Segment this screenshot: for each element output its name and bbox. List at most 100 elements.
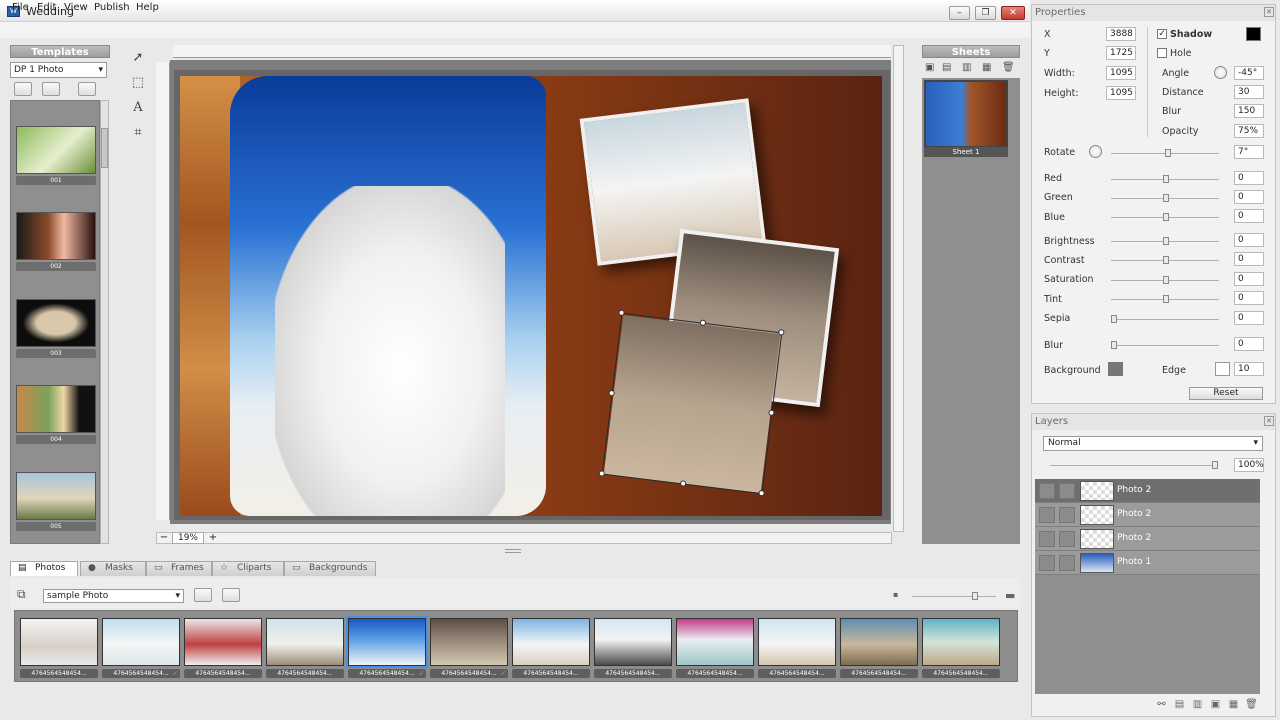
height-input[interactable]: 1095 [1106, 86, 1136, 100]
photo-thumbnail[interactable] [184, 618, 262, 666]
duplicate-layer-icon[interactable]: ▣ [1209, 699, 1222, 711]
import-template-icon[interactable] [78, 82, 96, 96]
background-color-swatch[interactable] [1108, 362, 1123, 376]
new-layer-icon[interactable]: ▦ [1227, 699, 1240, 711]
canvas-horizontal-scrollbar[interactable] [156, 532, 892, 544]
template-scrollbar-thumb[interactable] [101, 128, 108, 168]
link-layer-icon[interactable]: ⚯ [1155, 699, 1168, 711]
lock-toggle[interactable] [1059, 483, 1075, 499]
open-folder-icon[interactable] [14, 82, 32, 96]
menu-file[interactable]: File [12, 2, 29, 13]
rotate-input[interactable]: 7° [1234, 145, 1264, 159]
sepia-input[interactable]: 0 [1234, 311, 1264, 325]
distance-input[interactable]: 30 [1234, 85, 1264, 99]
lock-toggle[interactable] [1059, 555, 1075, 571]
visibility-toggle[interactable] [1039, 531, 1055, 547]
small-thumb-icon[interactable]: ▪ [893, 590, 898, 599]
y-input[interactable]: 1725 [1106, 46, 1136, 60]
visibility-toggle[interactable] [1039, 483, 1055, 499]
shadow-blur-input[interactable]: 150 [1234, 104, 1264, 118]
tab-cliparts[interactable]: ☆ Cliparts [212, 561, 284, 576]
close-layers-icon[interactable]: ✕ [1264, 416, 1274, 426]
duplicate-sheet-icon[interactable]: ▤ [942, 62, 951, 73]
thumb-size-slider[interactable] [912, 592, 996, 600]
hole-checkbox[interactable] [1157, 48, 1167, 58]
layer-up-icon[interactable]: ▤ [1173, 699, 1186, 711]
layer-row[interactable]: Photo 2 [1035, 479, 1260, 503]
width-input[interactable]: 1095 [1106, 66, 1136, 80]
edge-color-swatch[interactable] [1215, 362, 1230, 376]
red-slider[interactable] [1111, 175, 1219, 183]
photo-thumbnail[interactable] [922, 618, 1000, 666]
tint-slider[interactable] [1111, 295, 1219, 303]
template-item[interactable]: 004 [16, 385, 96, 444]
resize-handle[interactable] [618, 309, 625, 317]
layer-down-icon[interactable]: ▥ [1191, 699, 1204, 711]
template-item[interactable]: 005 [16, 472, 96, 531]
text-icon[interactable]: A [128, 98, 148, 118]
opacity-input[interactable]: 75% [1234, 124, 1264, 138]
angle-dial-icon[interactable] [1214, 66, 1227, 79]
copy-sheet-icon[interactable]: ▦ [982, 62, 991, 73]
add-sheet-icon[interactable]: ▣ [925, 62, 934, 73]
resize-handle[interactable] [768, 409, 775, 417]
green-input[interactable]: 0 [1234, 190, 1264, 204]
select-arrow-icon[interactable]: ➚ [128, 48, 148, 68]
contrast-slider[interactable] [1111, 256, 1219, 264]
template-item[interactable]: 002 [16, 212, 96, 271]
photo-thumbnail[interactable] [20, 618, 98, 666]
layer-opacity-input[interactable]: 100% [1234, 458, 1264, 472]
blend-mode-dropdown[interactable]: Normal [1043, 436, 1263, 451]
resize-handle[interactable] [699, 319, 707, 327]
photo-thumbnail[interactable] [758, 618, 836, 666]
edge-input[interactable]: 10 [1234, 362, 1264, 376]
template-item[interactable]: 003 [16, 299, 96, 358]
green-slider[interactable] [1111, 194, 1219, 202]
resize-handle[interactable] [598, 470, 606, 477]
sepia-slider[interactable] [1111, 315, 1219, 323]
zoom-level[interactable]: 19% [172, 532, 204, 544]
resize-handle[interactable] [608, 389, 616, 397]
menu-help[interactable]: Help [136, 2, 159, 13]
photo-thumbnail[interactable] [346, 616, 428, 668]
visibility-toggle[interactable] [1039, 507, 1055, 523]
photo-thumbnail[interactable] [840, 618, 918, 666]
photo-folder-dropdown[interactable]: sample Photo [43, 589, 184, 603]
move-sheet-icon[interactable]: ▥ [962, 62, 971, 73]
blue-slider[interactable] [1111, 213, 1219, 221]
photo-thumbnail[interactable] [512, 618, 590, 666]
tab-frames[interactable]: ▭ Frames [146, 561, 212, 576]
reset-button[interactable]: Reset [1189, 387, 1263, 400]
shadow-checkbox[interactable]: ✓ [1157, 29, 1167, 39]
menu-publish[interactable]: Publish [94, 2, 130, 13]
zoom-in-button[interactable]: + [207, 532, 219, 544]
tab-backgrounds[interactable]: ▭ Backgrounds [284, 561, 376, 576]
close-button[interactable]: ✕ [1001, 6, 1025, 20]
menu-view[interactable]: View [64, 2, 88, 13]
rotate-dial-icon[interactable] [1089, 145, 1102, 158]
large-thumb-icon[interactable]: ▬ [1005, 589, 1015, 602]
rotate-slider[interactable] [1111, 149, 1219, 157]
photo-thumbnail[interactable] [676, 618, 754, 666]
zoom-out-button[interactable]: − [158, 532, 170, 544]
angle-input[interactable]: -45° [1234, 66, 1264, 80]
sheet-thumbnail[interactable] [924, 80, 1008, 148]
menu-edit[interactable]: Edit [37, 2, 56, 13]
layer-opacity-slider[interactable] [1050, 461, 1218, 469]
resize-handle[interactable] [679, 480, 687, 487]
layer-row[interactable]: Photo 2 [1035, 527, 1260, 551]
delete-layer-icon[interactable]: 🗑 [1245, 699, 1258, 711]
blur-slider[interactable] [1111, 341, 1219, 349]
tint-input[interactable]: 0 [1234, 291, 1264, 305]
open-folder-icon[interactable] [194, 588, 212, 602]
resize-handle[interactable] [758, 489, 765, 497]
add-template-icon[interactable] [42, 82, 60, 96]
brightness-input[interactable]: 0 [1234, 233, 1264, 247]
tab-photos[interactable]: ▤ Photos [10, 561, 78, 576]
layer-row[interactable]: Photo 2 [1035, 503, 1260, 527]
lock-toggle[interactable] [1059, 531, 1075, 547]
photo-view-icon[interactable]: ⧉ [17, 587, 26, 602]
template-item[interactable]: 001 [16, 126, 96, 185]
photo-thumbnail[interactable] [102, 618, 180, 666]
brightness-slider[interactable] [1111, 237, 1219, 245]
